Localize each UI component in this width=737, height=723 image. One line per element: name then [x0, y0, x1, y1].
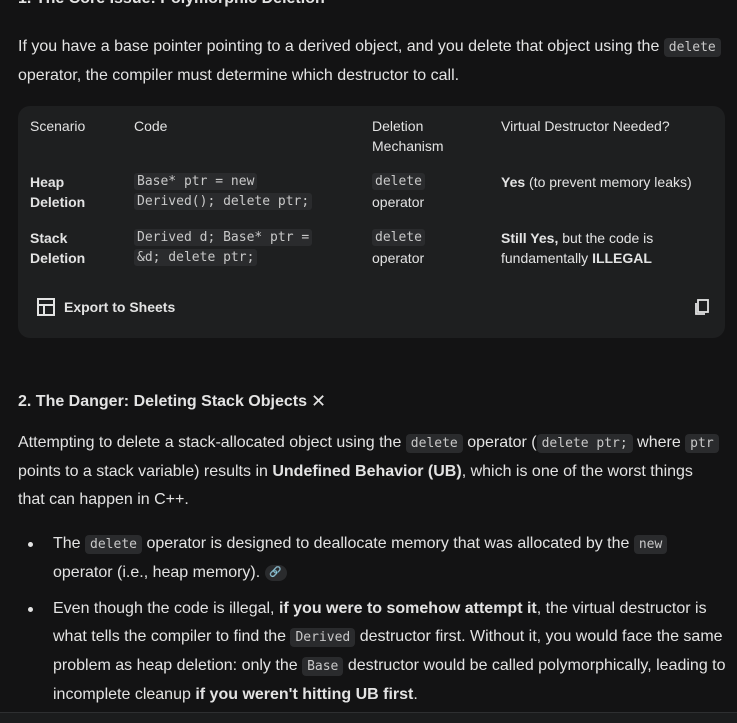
comparison-table-card: Scenario Code Deletion Mechanism Virtual… [18, 106, 725, 338]
x-icon: ✕ [310, 391, 327, 411]
table-header-scenario: Scenario [30, 118, 86, 134]
section-heading-danger: 2. The Danger: Deleting Stack Objects ✕ [18, 391, 327, 411]
table-header-virtual-destructor: Virtual Destructor Needed? [501, 118, 670, 134]
link-icon[interactable]: 🔗 [264, 564, 287, 581]
inline-code-delete: delete [663, 38, 721, 57]
inline-code-new: new [633, 535, 668, 554]
table-cell-code-heap: Base* ptr = new Derived(); delete ptr; [134, 172, 313, 212]
danger-paragraph: Attempting to delete a stack-allocated o… [18, 429, 723, 514]
list-item: The delete operator is designed to deall… [18, 530, 730, 587]
section-heading-core-issue: 1. The Core Issue: Polymorphic Deletion [18, 0, 325, 8]
list-item: Even though the code is illegal, if you … [18, 595, 730, 709]
inline-code-delete: delete [85, 535, 142, 554]
response-page: 1. The Core Issue: Polymorphic Deletion … [0, 0, 737, 723]
table-cell-scenario-heap: Heap Deletion [30, 174, 86, 210]
inline-code-derived: Derived [290, 628, 356, 647]
inline-code-delete-ptr: delete ptr; [536, 434, 633, 453]
export-to-sheets-button[interactable]: Export to Sheets [36, 297, 175, 317]
inline-code-delete: delete [405, 434, 463, 453]
inline-code-base: Base [302, 657, 344, 676]
copy-icon [695, 299, 709, 315]
bottom-input-bar-edge [0, 712, 737, 723]
table-cell-mechanism-heap: delete operator [372, 173, 425, 210]
table-header-mechanism: Deletion Mechanism [372, 118, 444, 154]
table-cell-scenario-stack: Stack Deletion [30, 230, 86, 266]
table-header-code: Code [134, 118, 168, 134]
inline-code-ptr: ptr [685, 434, 719, 453]
table-cell-code-stack: Derived d; Base* ptr = &d; delete ptr; [134, 228, 313, 268]
core-issue-paragraph: If you have a base pointer pointing to a… [18, 33, 723, 90]
table-cell-mechanism-stack: delete operator [372, 229, 425, 266]
table-icon [37, 298, 55, 316]
table-cell-need-heap: Yes (to prevent memory leaks) [501, 174, 692, 190]
danger-bullet-list: The delete operator is designed to deall… [18, 530, 730, 717]
copy-table-button[interactable] [693, 298, 711, 321]
table-cell-need-stack: Still Yes, but the code is fundamentally… [501, 230, 654, 266]
